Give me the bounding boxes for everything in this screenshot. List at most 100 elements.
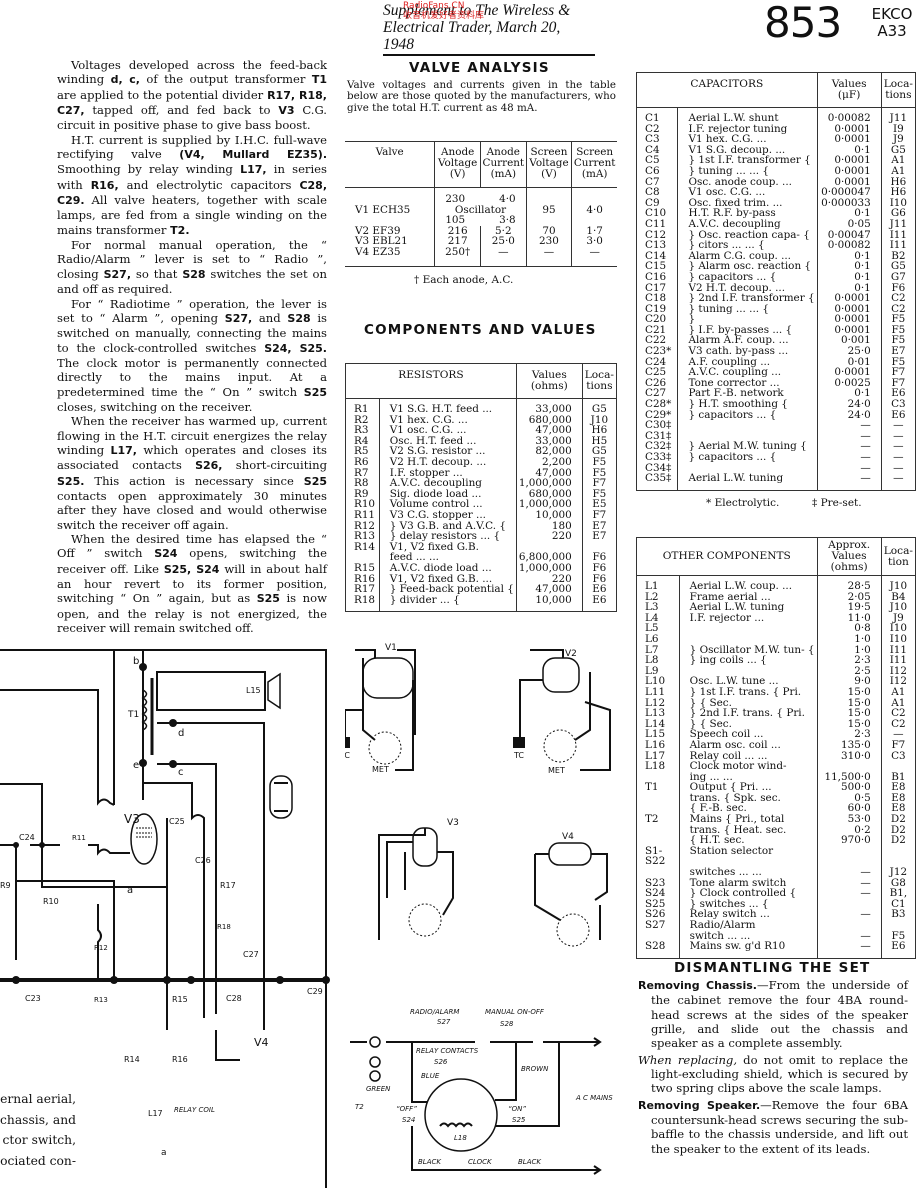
watermark: RadioFans.CN 收音机爱好者资料库 — [403, 1, 484, 21]
description-paragraph: H.T. current is supplied by I.H.C. full-… — [57, 132, 328, 237]
other-component-row: S28 Mains sw. g'd R10— E6 — [637, 941, 916, 959]
component-ref: C11 — [645, 217, 667, 230]
component-location: J11 — [880, 219, 916, 230]
base-diagram-v2 — [513, 649, 611, 771]
component-value: 2·5 — [816, 666, 882, 677]
component-description — [678, 623, 818, 634]
component-value: 970·0 — [816, 835, 882, 846]
component-value: 15·0 — [816, 687, 882, 698]
capacitors-values-header: Values (μF) — [816, 72, 882, 108]
capacitor-row: C23* V3 cath. by-pass ... 25·0 E7 — [637, 346, 916, 357]
r11-label: R11 — [72, 834, 86, 842]
component-value: 135·0 — [816, 740, 882, 751]
resistor-row: R18} divider ... {10,000 E6 — [346, 594, 617, 612]
capacitor-row: C9 Osc. fixed trim. ... 0·000033 I10 — [637, 198, 916, 209]
component-location — [880, 845, 916, 868]
capacitor-row: C30‡ — — — [637, 420, 916, 431]
c23-label: C23 — [25, 994, 41, 1003]
component-location — [880, 920, 916, 931]
component-location: J10 — [880, 575, 916, 592]
l18-coil — [439, 1122, 473, 1128]
component-value: 0·1 — [816, 251, 882, 262]
valve-footnote: † Each anode, A.C. — [414, 274, 514, 286]
tc-label-v2: TC — [513, 751, 524, 760]
met-label-v1: MET — [372, 765, 389, 774]
component-value — [816, 898, 882, 910]
screen-voltage: 95 — [525, 187, 572, 226]
component-description: } 1st I.F. trans. { Pri. — [678, 687, 818, 698]
component-description: } divider ... { — [378, 594, 517, 612]
r18-label: R18 — [217, 923, 231, 931]
valve-name: V1 ECH35 — [355, 203, 411, 216]
dismantling-lead: Removing Chassis. — [638, 979, 757, 992]
base-v4-label: V4 — [562, 832, 574, 842]
component-value: 1,000,000 — [515, 563, 583, 574]
relay-contacts-label: RELAY CONTACTS — [416, 1047, 479, 1055]
manual-on-off-label: MANUAL ON-OFF — [485, 1008, 545, 1016]
col-valve: Valve — [345, 141, 435, 188]
component-description: V1 S.G. H.T. feed ... — [378, 398, 517, 415]
v4-label: V4 — [254, 1036, 269, 1049]
anode-current: 4·0 — [499, 193, 516, 205]
capacitor-row: C5} 1st I.F. transformer {0·0001 A1 — [637, 155, 916, 166]
other-component-row: L18 Clock motor wind- — [637, 761, 916, 772]
capacitor-row: C6} tuning ... ... {0·0001 A1 — [637, 166, 916, 177]
component-description: } capacitors ... { — [677, 272, 818, 283]
blue-label: BLUE — [421, 1072, 440, 1080]
component-description: Radio/Alarm — [678, 920, 818, 931]
description-paragraph: For normal manual operation, the “ Radio… — [57, 238, 327, 297]
component-value: 0·8 — [816, 623, 882, 634]
component-value: — — [816, 452, 882, 463]
component-ref: T2 — [645, 813, 659, 826]
col-screen-current: Screen Current (mA) — [571, 141, 617, 188]
other-component-row: L6 1·0 I10 — [637, 634, 916, 645]
component-value: — — [816, 941, 882, 959]
other-loc-header: Loca-tion — [880, 537, 916, 576]
circuit-description: Voltages developed across the feed-back … — [57, 58, 327, 635]
resistor-row: R14 V1, V2 fixed G.B. — [346, 542, 617, 553]
component-location: G7 — [880, 272, 916, 283]
component-location: E7 — [581, 531, 617, 542]
met-label-v2: MET — [548, 766, 565, 775]
dismantling-lead: Removing Speaker. — [638, 1098, 761, 1112]
component-value: 15·0 — [816, 719, 882, 730]
resistors-loc-header: Loca-tions — [581, 363, 617, 399]
description-paragraph: For “ Radiotime ” operation, the lever i… — [57, 296, 328, 414]
component-location: F7 — [581, 510, 617, 521]
valve-analysis-title: VALVE ANALYSIS — [409, 60, 550, 76]
component-location: A1 — [880, 166, 916, 177]
component-ref: R6 — [354, 455, 369, 468]
component-value: 0·1 — [816, 272, 882, 283]
node-e-label: e — [133, 760, 139, 771]
component-location: C3 — [880, 750, 916, 762]
black-label-left: BLACK — [418, 1158, 442, 1166]
on-label: “ON” — [508, 1105, 526, 1113]
s27-label: S27 — [437, 1018, 451, 1026]
component-description — [678, 633, 818, 645]
capacitor-row: C32‡} Aerial M.W. tuning {— — — [637, 441, 916, 452]
component-value: 0·05 — [816, 219, 882, 230]
footnote-preset: ‡ Pre-set. — [812, 497, 862, 509]
other-components-header: OTHER COMPONENTS Approx. Values (ohms) L… — [636, 537, 916, 576]
base-diagram-v3 — [378, 827, 454, 940]
component-value: 0·0001 — [816, 166, 882, 177]
capacitors-loc-header: Loca-tions — [880, 72, 916, 108]
resistor-row: R3 V1 osc. C.G. ... 47,000 H6 — [346, 425, 617, 436]
c27-label: C27 — [243, 950, 259, 959]
component-description: Mains sw. g'd R10 — [678, 941, 818, 959]
brown-label: BROWN — [521, 1065, 549, 1073]
component-location: E6 — [880, 941, 916, 959]
component-description: V2 H.T. decoup. ... — [378, 457, 517, 468]
capacitor-row: C2 I.F. rejector tuning 0·0001 I9 — [637, 123, 916, 135]
valve-row: V4 EZ35 250† — — — — [345, 247, 617, 267]
component-ref: L1 — [645, 580, 659, 592]
component-location: F5 — [581, 457, 617, 468]
component-ref: S1-S22 — [645, 844, 666, 868]
node-a-return-label: a — [161, 1148, 167, 1158]
component-location: — — [880, 452, 916, 463]
black-label-right: BLACK — [518, 1158, 542, 1166]
component-ref: R11 — [354, 508, 376, 521]
component-ref: L11 — [645, 685, 666, 698]
dismantling-paragraph: Removing Chassis.—From the underside of … — [638, 978, 908, 1051]
capacitors-header: CAPACITORS Values (μF) Loca-tions — [636, 72, 916, 108]
